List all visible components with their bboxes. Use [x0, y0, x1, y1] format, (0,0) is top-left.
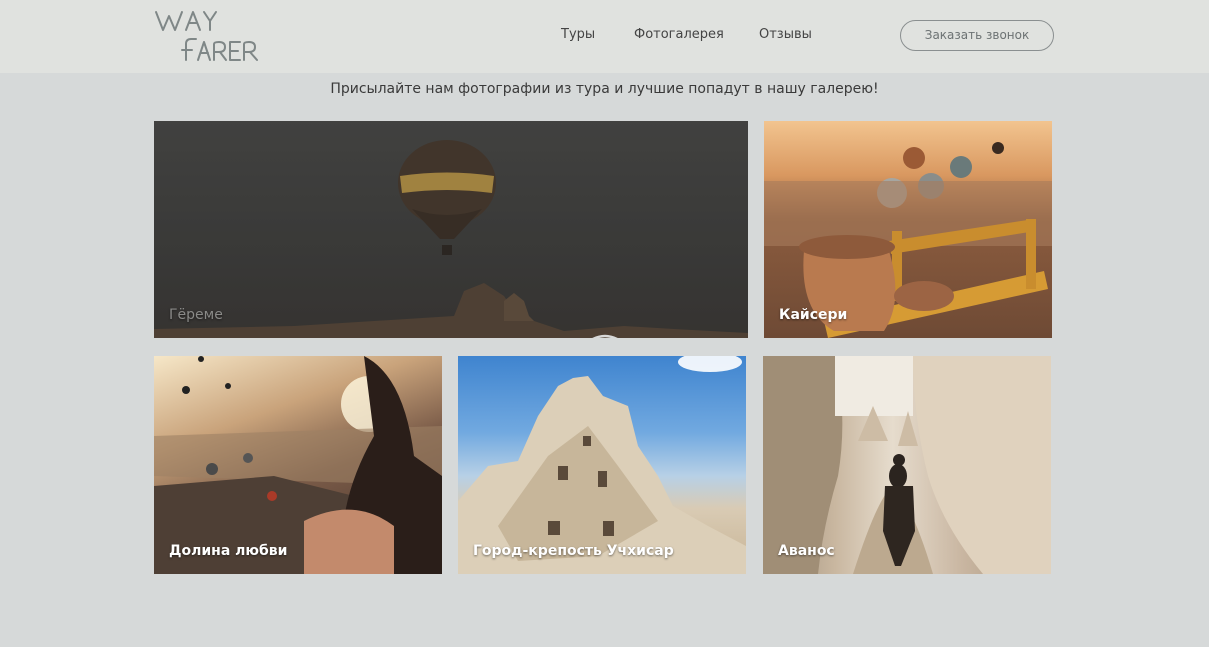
love-valley-photo — [154, 356, 442, 574]
gallery-tagline: Присылайте нам фотографии из тура и лучш… — [330, 81, 879, 97]
tile-label: Аванос — [778, 543, 835, 559]
nav-gallery[interactable]: Фотогалерея — [634, 27, 724, 42]
uchisar-photo — [458, 356, 746, 574]
tile-label: Гёреме — [169, 307, 223, 323]
gallery-tile-kayseri[interactable]: Кайсери — [764, 121, 1052, 338]
hover-overlay — [154, 121, 748, 338]
nav-tours[interactable]: Туры — [561, 27, 595, 42]
eye-icon[interactable] — [578, 331, 632, 338]
kayseri-photo — [764, 121, 1052, 338]
order-call-button[interactable]: Заказать звонок — [900, 20, 1054, 51]
wayfarer-logo[interactable] — [154, 8, 278, 64]
tile-label: Город-крепость Учхисар — [473, 543, 674, 559]
gallery-tile-avanos[interactable]: Аванос — [763, 356, 1051, 574]
gallery-tile-uchisar[interactable]: Город-крепость Учхисар — [458, 356, 746, 574]
gallery-tile-love-valley[interactable]: Долина любви — [154, 356, 442, 574]
tile-label: Кайсери — [779, 307, 848, 323]
gallery-tile-goreme[interactable]: Гёреме — [154, 121, 748, 338]
avanos-photo — [763, 356, 1051, 574]
nav-reviews[interactable]: Отзывы — [759, 27, 812, 42]
tile-label: Долина любви — [169, 543, 288, 559]
site-header: Туры Фотогалерея Отзывы Заказать звонок — [0, 0, 1209, 73]
